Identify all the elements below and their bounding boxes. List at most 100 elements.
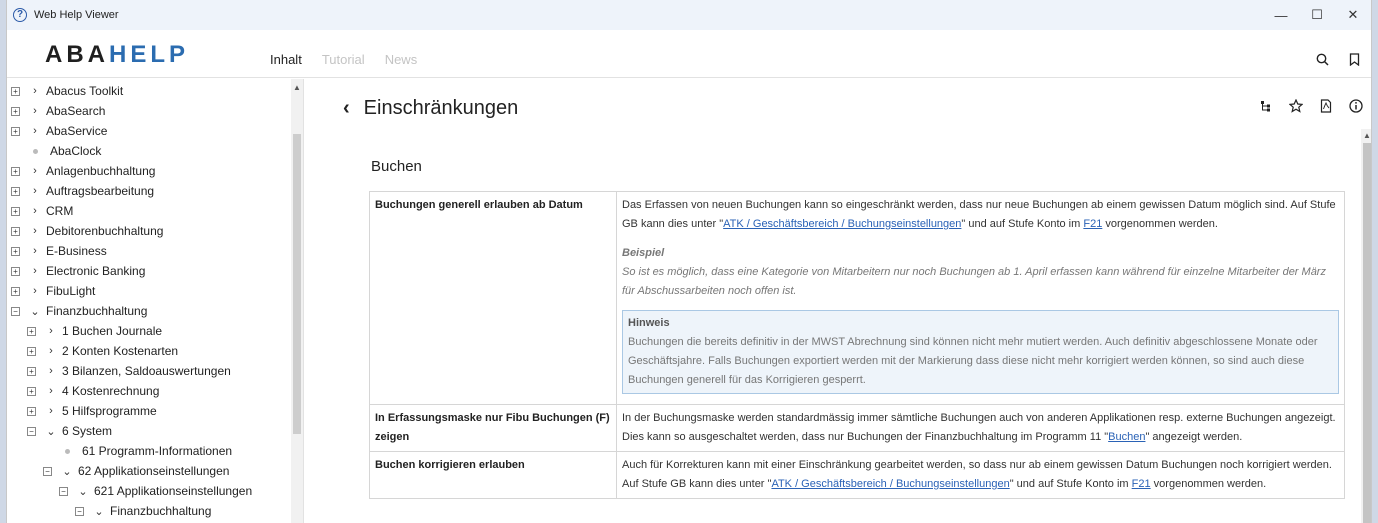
page-header: ‹ Einschränkungen [343,97,518,120]
tree-item-fibulight[interactable]: + › FibuLight [7,281,303,301]
tree-item-crm[interactable]: + › CRM [7,201,303,221]
expand-icon[interactable]: + [11,166,20,176]
tree-item-applikationseinstellungen-62[interactable]: − ⌄ 62 Applikationseinstellungen [7,461,303,481]
chevron-right-icon: › [33,125,37,137]
chevron-down-icon: ⌄ [46,425,56,438]
tree-item-label: Abacus Toolkit [46,84,124,98]
tree-item-bilanzen[interactable]: + › 3 Bilanzen, Saldoauswertungen [7,361,303,381]
tree-item-label: 621 Applikationseinstellungen [94,484,253,498]
scroll-up-arrow-icon[interactable]: ▲ [1363,131,1371,140]
row-label: In Erfassungsmaske nur Fibu Buchungen (F… [369,404,617,452]
description-text: Das Erfassen von neuen Buchungen kann so… [622,196,1339,234]
expand-icon[interactable]: + [27,346,36,356]
expand-icon[interactable]: + [27,366,36,376]
example-text: So ist es möglich, dass eine Kategorie v… [622,266,1326,297]
tree-item-label: 2 Konten Kostenarten [62,344,179,358]
tree-item-label: 1 Buchen Journale [62,324,163,338]
chevron-right-icon: › [33,85,37,97]
scroll-up-arrow-icon[interactable]: ▲ [293,83,301,92]
chevron-right-icon: › [33,265,37,277]
search-icon[interactable] [1315,52,1329,66]
expand-icon[interactable]: + [27,406,36,416]
tree-item-hilfsprogramme[interactable]: + › 5 Hilfsprogramme [7,401,303,421]
pdf-icon[interactable] [1319,99,1333,113]
tree-item-kostenrechnung[interactable]: + › 4 Kostenrechnung [7,381,303,401]
expand-icon[interactable]: + [27,386,36,396]
tree-item-label: Finanzbuchhaltung [46,304,148,318]
tree-item-abacus-toolkit[interactable]: + › Abacus Toolkit [7,81,303,101]
example-title: Beispiel [622,247,665,259]
collapse-icon[interactable]: − [59,486,68,496]
tree-item-e-business[interactable]: + › E-Business [7,241,303,261]
back-arrow-icon[interactable]: ‹ [343,97,350,120]
tree-item-buchen-journale[interactable]: + › 1 Buchen Journale [7,321,303,341]
abahelp-logo[interactable]: ABAHELP [45,41,189,69]
settings-table: Buchungen generell erlauben ab Datum Das… [369,191,1345,499]
nav-tab-inhalt[interactable]: Inhalt [270,52,302,67]
logo-aba: ABA [45,41,109,68]
link-f21[interactable]: F21 [1132,478,1151,490]
hint-text: Buchungen die bereits definitiv in der M… [628,336,1318,386]
link-buchen[interactable]: Buchen [1108,431,1145,443]
tree-item-finanzbuchhaltung[interactable]: − ⌄ Finanzbuchhaltung [7,301,303,321]
expand-icon[interactable]: + [11,186,20,196]
expand-icon[interactable]: + [11,126,20,136]
section-title: Buchen [371,158,422,175]
tree-item-label: 4 Kostenrechnung [62,384,160,398]
sidebar-scrollbar[interactable]: ▲ [291,79,303,523]
sidebar-scroll-thumb[interactable] [293,134,301,434]
expand-icon[interactable]: + [27,326,36,336]
expand-icon[interactable]: + [11,206,20,216]
expand-icon[interactable]: + [11,106,20,116]
maximize-button[interactable]: ☐ [1299,0,1335,30]
minimize-button[interactable]: — [1263,0,1299,30]
chevron-down-icon: ⌄ [62,465,72,478]
tree-item-konten-kostenarten[interactable]: + › 2 Konten Kostenarten [7,341,303,361]
tree-item-auftragsbearbeitung[interactable]: + › Auftragsbearbeitung [7,181,303,201]
link-f21[interactable]: F21 [1083,218,1102,230]
tree-item-finanzbuchhaltung-sub[interactable]: − ⌄ Finanzbuchhaltung [7,501,303,521]
tree-item-abaservice[interactable]: + › AbaService [7,121,303,141]
nav-tab-news[interactable]: News [385,52,418,67]
tree-item-label: AbaSearch [46,104,106,118]
tree-item-label: 61 Programm-Informationen [82,444,233,458]
tree-item-anlagenbuchhaltung[interactable]: + › Anlagenbuchhaltung [7,161,303,181]
content-scroll-thumb[interactable] [1363,143,1371,523]
chevron-right-icon: › [33,185,37,197]
text-segment: " und auf Stufe Konto im [1009,478,1132,490]
collapse-icon[interactable]: − [11,306,20,316]
collapse-icon[interactable]: − [43,466,52,476]
expand-icon[interactable]: + [11,266,20,276]
nav-tab-tutorial[interactable]: Tutorial [322,52,365,67]
page-title: Einschränkungen [363,97,519,119]
chevron-right-icon: › [49,385,53,397]
bookmark-icon[interactable] [1347,52,1361,66]
expand-icon[interactable]: + [11,86,20,96]
tree-item-abasearch[interactable]: + › AbaSearch [7,101,303,121]
close-button[interactable]: ✕ [1335,0,1371,30]
chevron-right-icon: › [33,105,37,117]
expand-icon[interactable]: + [11,246,20,256]
text-segment: " angezeigt werden. [1145,431,1243,443]
tree-item-label: Electronic Banking [46,264,146,278]
header-icons [1315,52,1361,66]
collapse-icon[interactable]: − [27,426,36,436]
info-icon[interactable] [1349,99,1363,113]
tree-item-applikationseinstellungen-621[interactable]: − ⌄ 621 Applikationseinstellungen [7,481,303,501]
tree-item-debitorenbuchhaltung[interactable]: + › Debitorenbuchhaltung [7,221,303,241]
collapse-icon[interactable]: − [75,506,84,516]
tree-item-programm-informationen[interactable]: 61 Programm-Informationen [7,441,303,461]
expand-icon[interactable]: + [11,226,20,236]
content-scrollbar[interactable]: ▲ [1361,129,1371,523]
tree-item-abaclock[interactable]: AbaClock [7,141,303,161]
tree-item-system[interactable]: − ⌄ 6 System [7,421,303,441]
tree-item-electronic-banking[interactable]: + › Electronic Banking [7,261,303,281]
tree-item-label: Finanzbuchhaltung [110,504,212,518]
window-title: Web Help Viewer [34,9,119,21]
star-icon[interactable] [1289,99,1303,113]
expand-icon[interactable]: + [11,286,20,296]
link-atk-buchungseinstellungen[interactable]: ATK / Geschäftsbereich / Buchungseinstel… [723,218,961,230]
chevron-down-icon: ⌄ [78,485,88,498]
link-atk-buchungseinstellungen[interactable]: ATK / Geschäftsbereich / Buchungseinstel… [771,478,1009,490]
tree-structure-icon[interactable] [1259,99,1273,113]
